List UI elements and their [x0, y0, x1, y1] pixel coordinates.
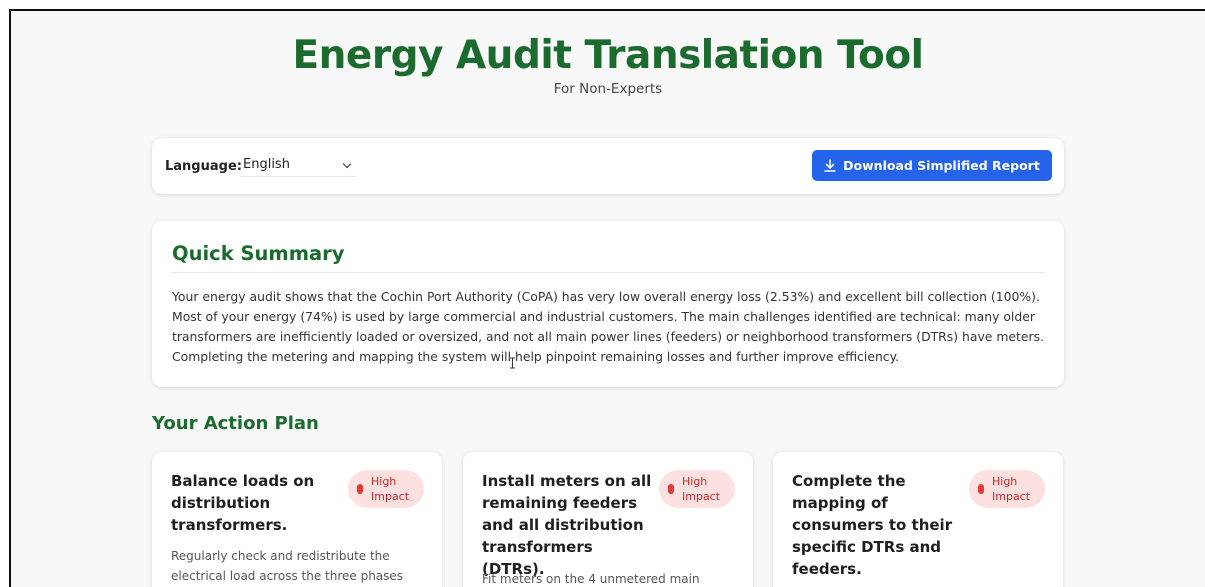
download-icon — [824, 159, 836, 172]
impact-badge-label: High Impact — [992, 475, 1031, 503]
language-label: Language: — [165, 159, 242, 174]
language-select[interactable]: English — [240, 155, 356, 177]
app-window: Energy Audit Translation Tool For Non-Ex… — [9, 9, 1205, 587]
action-title: Install meters on all remaining feeders … — [482, 472, 652, 578]
summary-text: Your energy audit shows that the Cochin … — [172, 289, 1045, 364]
action-description: Regularly check and redistribute the ele… — [171, 549, 404, 583]
download-report-button[interactable]: Download Simplified Report — [812, 150, 1052, 181]
impact-dot-icon — [668, 484, 674, 494]
action-card: Install meters on all remaining feeders … — [463, 452, 753, 587]
action-title: Balance loads on distribution transforme… — [171, 472, 315, 534]
impact-badge: High Impact — [659, 470, 735, 508]
impact-badge-label: High Impact — [371, 475, 410, 503]
impact-badge: High Impact — [969, 470, 1045, 508]
action-title: Complete the mapping of consumers to the… — [792, 472, 953, 578]
summary-heading: Quick Summary — [172, 242, 345, 265]
impact-dot-icon — [978, 484, 984, 494]
impact-badge: High Impact — [348, 470, 424, 508]
page-title: Energy Audit Translation Tool — [292, 33, 924, 78]
impact-dot-icon — [357, 484, 363, 494]
action-plan-heading: Your Action Plan — [152, 413, 319, 434]
language-selected-value: English — [243, 157, 290, 172]
action-card: Balance loads on distribution transforme… — [152, 452, 442, 587]
summary-card: Quick Summary Your energy audit shows th… — [152, 221, 1064, 387]
impact-badge-label: High Impact — [682, 475, 721, 503]
download-report-label: Download Simplified Report — [843, 158, 1040, 173]
chevron-down-icon — [342, 159, 352, 169]
action-card: Complete the mapping of consumers to the… — [773, 452, 1063, 587]
action-description: Fit meters on the 4 unmetered main — [482, 572, 700, 586]
toolbar-card: Language: English Download Simplified Re… — [152, 138, 1064, 194]
page-subtitle: For Non-Experts — [553, 81, 663, 97]
summary-divider — [172, 272, 1044, 273]
